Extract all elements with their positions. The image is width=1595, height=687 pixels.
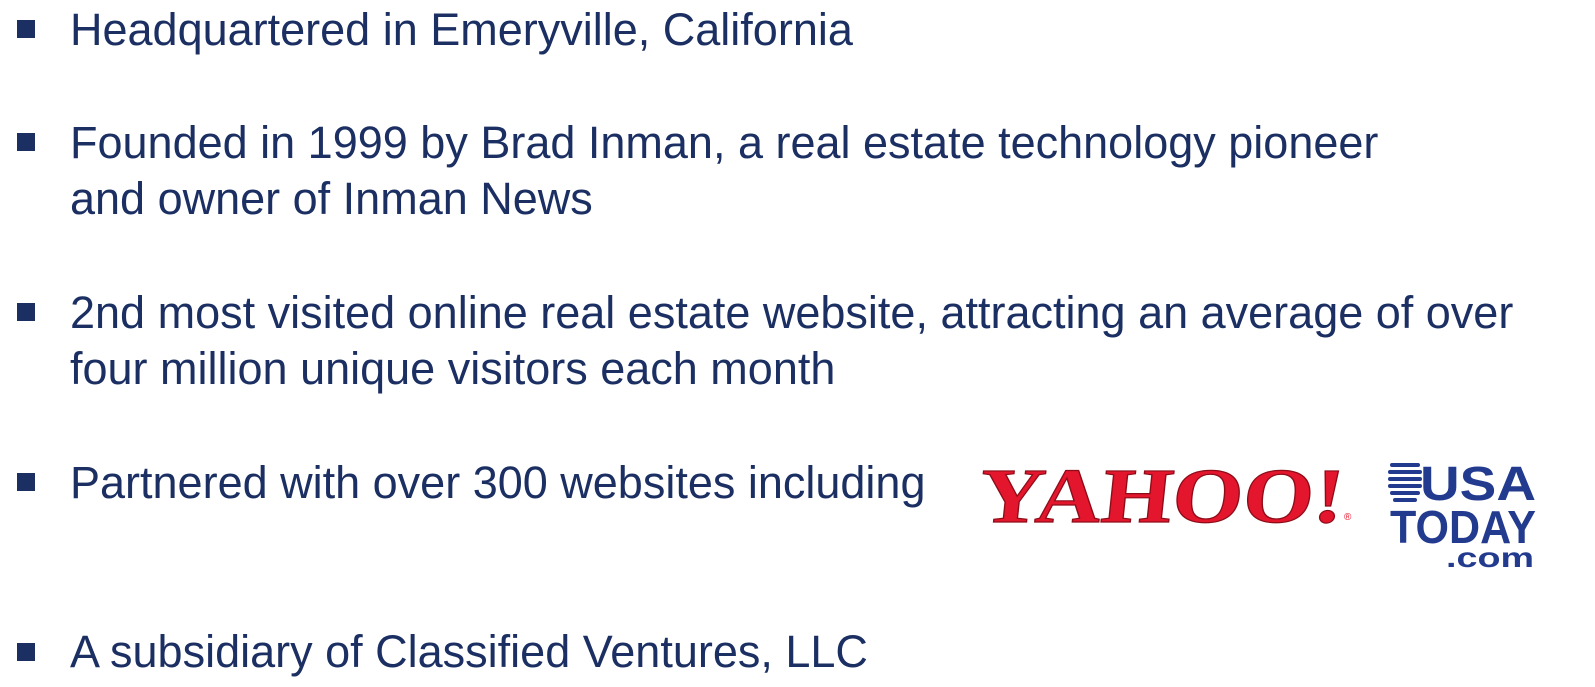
dotcom-text: .com	[1446, 542, 1534, 570]
bullet-text: Partnered with over 300 websites includi…	[70, 455, 925, 511]
bullet-line: A subsidiary of Classified Ventures, LLC	[70, 626, 868, 677]
bullet-text: Founded in 1999 by Brad Inman, a real es…	[70, 115, 1378, 227]
yahoo-logo: YAHOO! ®	[980, 452, 1352, 534]
usa-today-logo: USA TODAY .com	[1388, 458, 1536, 570]
bullet-line: Headquartered in Emeryville, California	[70, 4, 853, 55]
registered-mark: ®	[1344, 512, 1352, 523]
bullet-line: four million unique visitors each month	[70, 343, 836, 394]
bullet-text: Headquartered in Emeryville, California	[70, 2, 853, 58]
bullet-text: A subsidiary of Classified Ventures, LLC	[70, 624, 868, 680]
bullet-text: 2nd most visited online real estate webs…	[70, 285, 1513, 397]
square-bullet-icon	[17, 133, 35, 151]
globe-stripes-icon	[1388, 463, 1422, 502]
bullet-line: Partnered with over 300 websites includi…	[70, 457, 926, 508]
yahoo-letter-y: YAHOO!	[980, 452, 1349, 534]
bullet-line: 2nd most visited online real estate webs…	[70, 287, 1514, 338]
bullet-line: and owner of Inman News	[70, 173, 593, 224]
slide: Headquartered in Emeryville, California …	[0, 0, 1595, 687]
square-bullet-icon	[17, 643, 35, 661]
bullet-line: Founded in 1999 by Brad Inman, a real es…	[70, 117, 1379, 168]
square-bullet-icon	[17, 20, 35, 38]
square-bullet-icon	[17, 473, 35, 491]
square-bullet-icon	[17, 303, 35, 321]
